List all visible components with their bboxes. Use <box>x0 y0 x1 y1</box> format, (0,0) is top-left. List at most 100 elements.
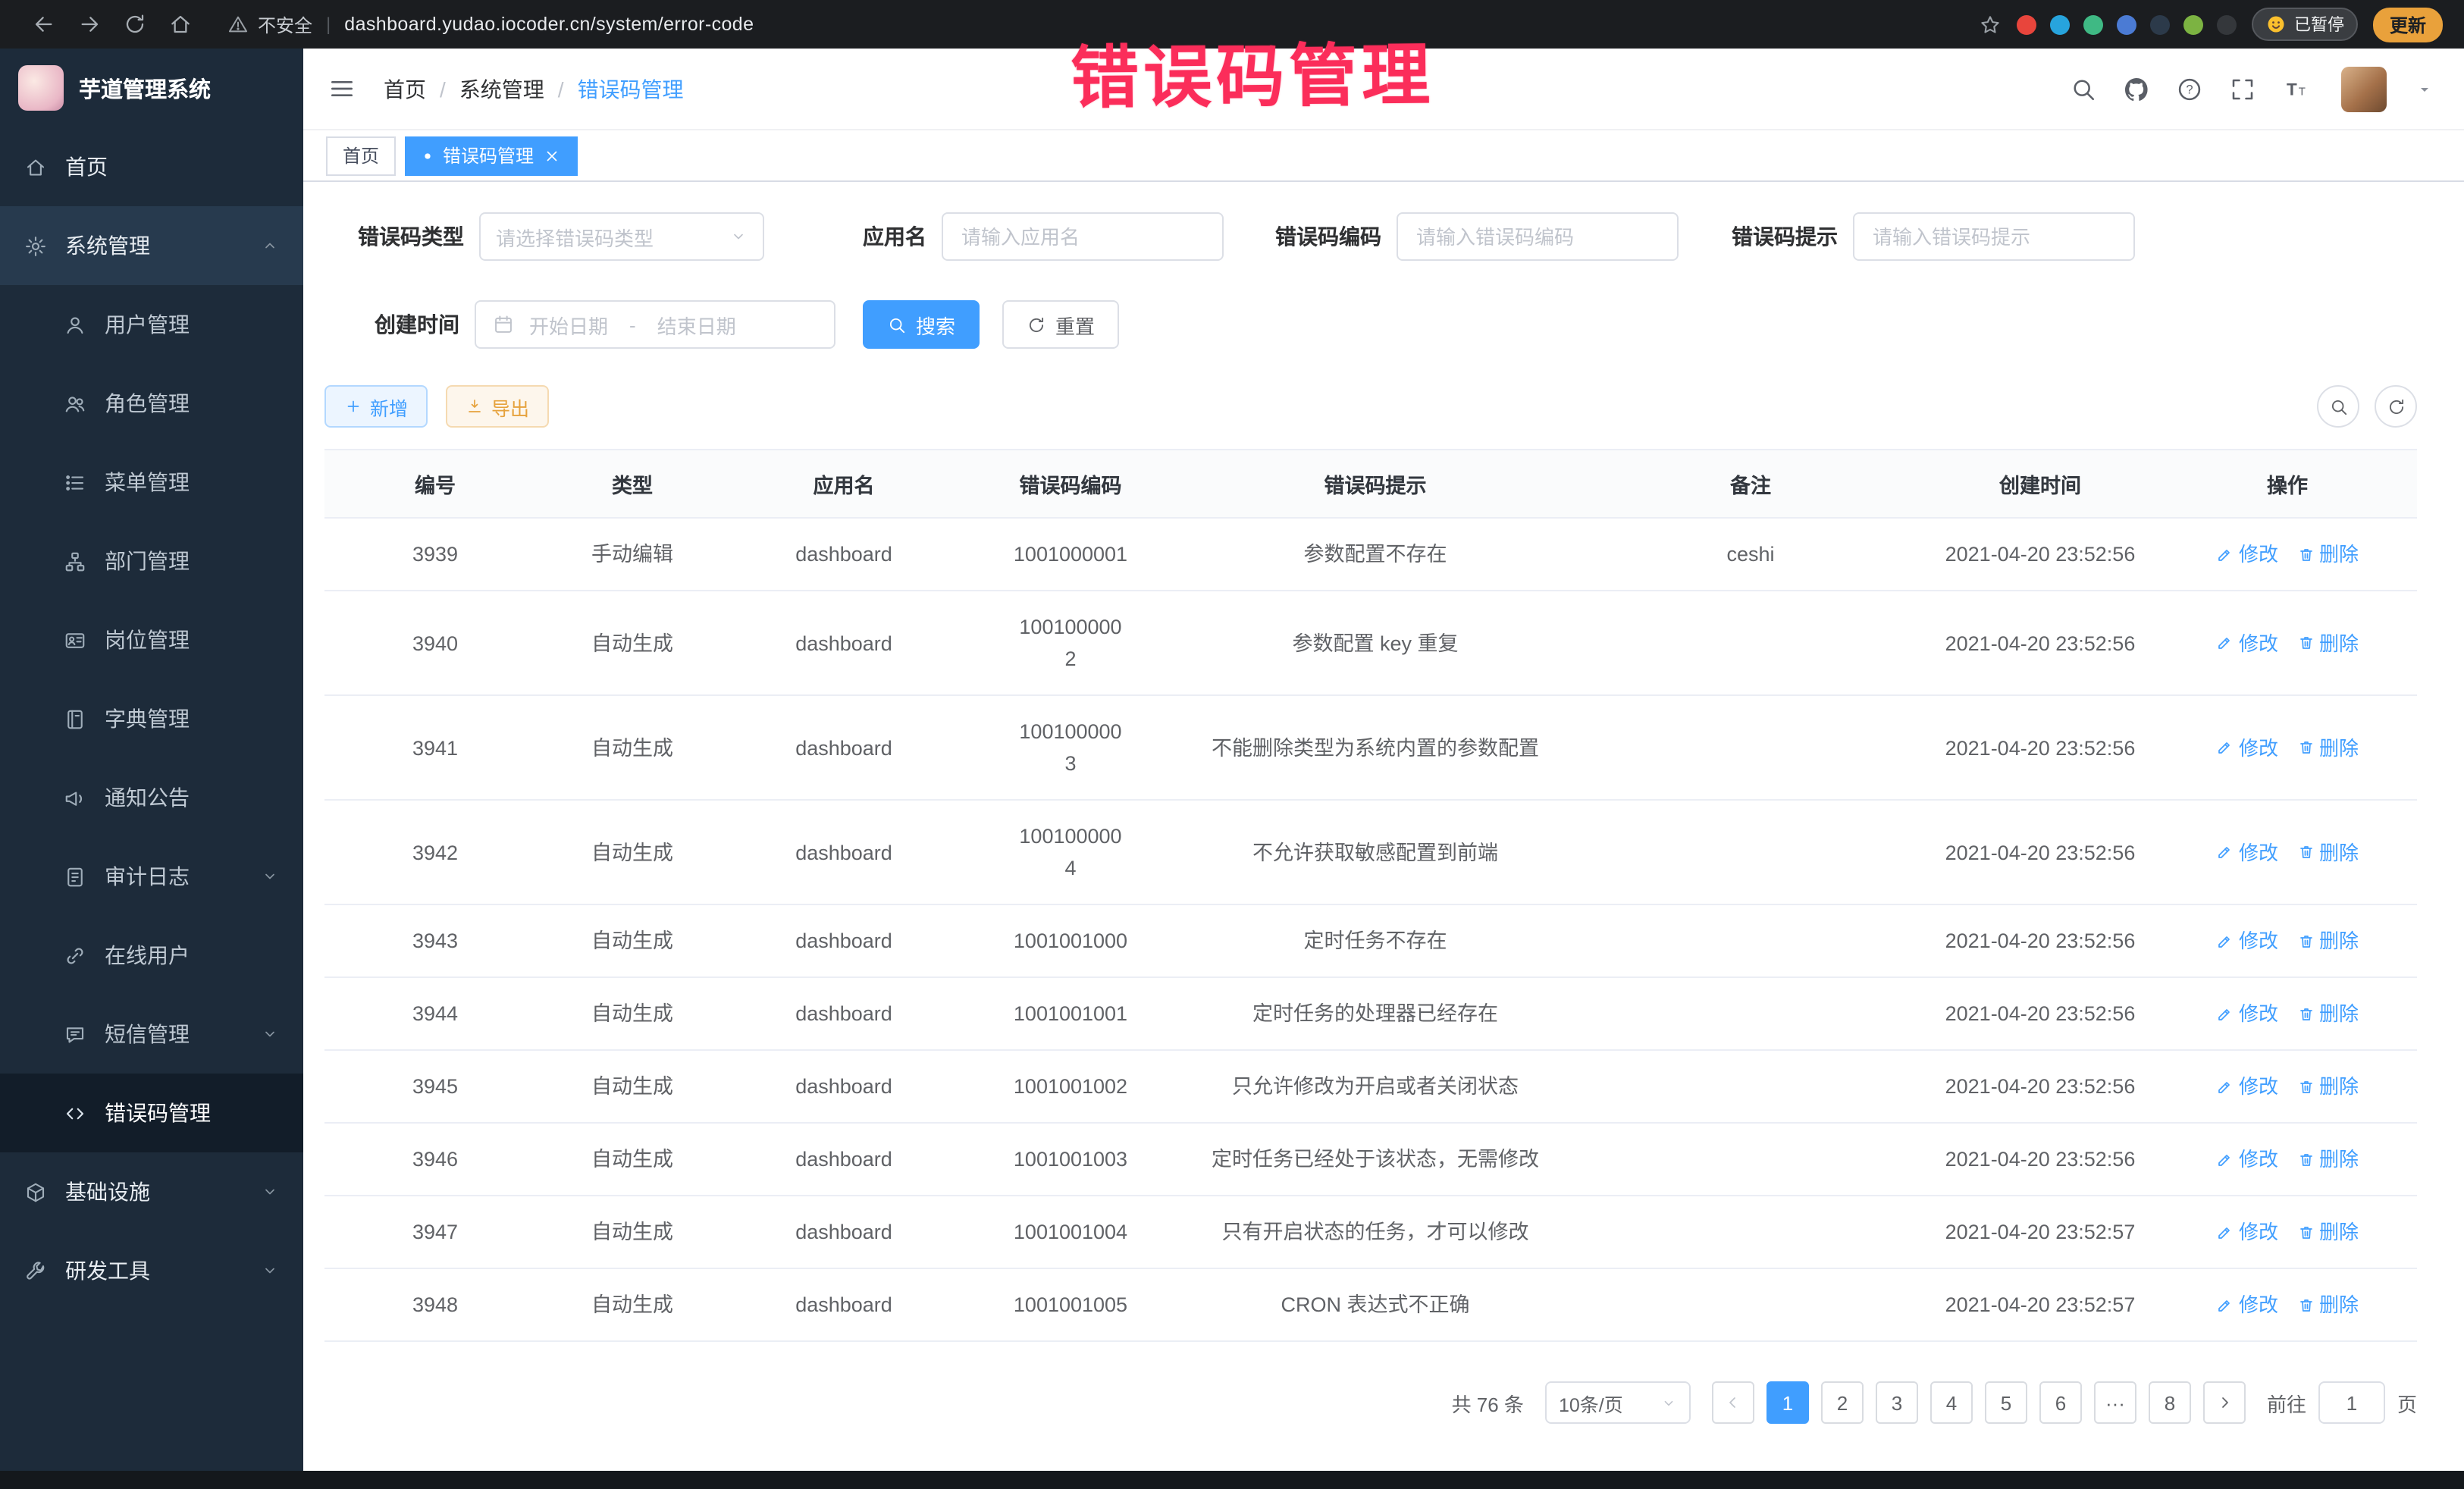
breadcrumb-item[interactable]: 首页 <box>384 74 426 104</box>
breadcrumb-item[interactable]: 错误码管理 <box>578 74 684 104</box>
github-icon[interactable] <box>2123 75 2150 102</box>
delete-link[interactable]: 删除 <box>2296 836 2359 868</box>
search-icon[interactable] <box>2070 75 2097 102</box>
sidebar-item-tools[interactable]: 研发工具 <box>0 1231 303 1310</box>
delete-link[interactable]: 删除 <box>2296 1071 2359 1102</box>
extension-black-icon[interactable] <box>2217 14 2237 34</box>
breadcrumb-item[interactable]: 系统管理 <box>459 74 544 104</box>
edit-link[interactable]: 修改 <box>2216 1289 2278 1321</box>
tab-close-icon[interactable] <box>543 146 561 165</box>
site-security[interactable]: 不安全 <box>227 11 312 37</box>
sidebar-item-badge[interactable]: 岗位管理 <box>0 600 303 679</box>
page-button[interactable]: 3 <box>1876 1381 1918 1424</box>
extension-dark-icon[interactable] <box>2150 14 2170 34</box>
extension-red-icon[interactable] <box>2017 14 2036 34</box>
row-type: 自动生成 <box>546 905 719 976</box>
sidebar-item-infra[interactable]: 基础设施 <box>0 1152 303 1231</box>
row-type: 自动生成 <box>546 1196 719 1268</box>
avatar-caret-icon[interactable] <box>2415 80 2434 98</box>
help-icon[interactable]: ? <box>2176 75 2203 102</box>
page-button[interactable]: 1 <box>1766 1381 1809 1424</box>
edit-link[interactable]: 修改 <box>2216 1071 2278 1102</box>
page-button[interactable]: 8 <box>2149 1381 2191 1424</box>
bookmark-star-icon[interactable] <box>1979 13 2002 36</box>
prev-page-button[interactable] <box>1712 1381 1754 1424</box>
edit-link[interactable]: 修改 <box>2216 998 2278 1030</box>
fullscreen-icon[interactable] <box>2229 75 2256 102</box>
add-button[interactable]: 新增 <box>324 385 428 428</box>
edit-link[interactable]: 修改 <box>2216 627 2278 659</box>
sidebar-item-chat[interactable]: 短信管理 <box>0 995 303 1074</box>
error-code-input[interactable] <box>1397 212 1679 261</box>
goto-page-input[interactable] <box>2318 1381 2385 1424</box>
delete-link[interactable]: 删除 <box>2296 538 2359 570</box>
forward-button[interactable] <box>77 12 102 36</box>
sidebar-item-user[interactable]: 用户管理 <box>0 285 303 364</box>
sidebar-item-menu[interactable]: 菜单管理 <box>0 443 303 522</box>
reload-button[interactable] <box>123 12 147 36</box>
sidebar-item-megaphone[interactable]: 通知公告 <box>0 758 303 837</box>
error-hint-input[interactable] <box>1853 212 2135 261</box>
edit-link[interactable]: 修改 <box>2216 1216 2278 1248</box>
delete-link[interactable]: 删除 <box>2296 1289 2359 1321</box>
sidebar-item-users[interactable]: 角色管理 <box>0 364 303 443</box>
edit-link[interactable]: 修改 <box>2216 732 2278 763</box>
delete-link[interactable]: 删除 <box>2296 1143 2359 1175</box>
user-avatar[interactable] <box>2341 66 2387 111</box>
delete-link[interactable]: 删除 <box>2296 1216 2359 1248</box>
breadcrumb: 首页/系统管理/错误码管理 <box>384 74 684 104</box>
error-type-select[interactable]: 请选择错误码类型 <box>479 212 764 261</box>
page-button[interactable]: 2 <box>1821 1381 1864 1424</box>
date-range-picker[interactable]: 开始日期 - 结束日期 <box>475 300 835 349</box>
table-row: 3941自动生成dashboard100100000 3不能删除类型为系统内置的… <box>324 696 2417 801</box>
delete-link[interactable]: 删除 <box>2296 732 2359 763</box>
edit-icon <box>2216 1005 2234 1023</box>
sidebar-item-book[interactable]: 字典管理 <box>0 679 303 758</box>
tab-error-code[interactable]: 错误码管理 <box>405 136 578 175</box>
sidebar-item-code[interactable]: 错误码管理 <box>0 1074 303 1152</box>
show-search-button[interactable] <box>2317 385 2359 428</box>
sidebar-item-gear[interactable]: 系统管理 <box>0 206 303 285</box>
delete-link[interactable]: 删除 <box>2296 627 2359 659</box>
row-type: 自动生成 <box>546 978 719 1049</box>
edit-link[interactable]: 修改 <box>2216 1143 2278 1175</box>
export-button[interactable]: 导出 <box>446 385 549 428</box>
page-button[interactable]: 6 <box>2039 1381 2082 1424</box>
app-name-input[interactable] <box>942 212 1224 261</box>
font-size-icon[interactable]: TT <box>2282 75 2309 102</box>
search-icon <box>887 315 907 334</box>
home-button[interactable] <box>168 12 193 36</box>
extension-lime-icon[interactable] <box>2183 14 2203 34</box>
edit-link[interactable]: 修改 <box>2216 925 2278 957</box>
more-pages-button[interactable]: ··· <box>2094 1381 2136 1424</box>
reset-button[interactable]: 重置 <box>1002 300 1119 349</box>
delete-link[interactable]: 删除 <box>2296 998 2359 1030</box>
sidebar-item-link[interactable]: 在线用户 <box>0 916 303 995</box>
sidebar-item-label: 错误码管理 <box>105 1098 211 1128</box>
page-button[interactable]: 4 <box>1930 1381 1973 1424</box>
page-size-select[interactable]: 10条/页 <box>1545 1381 1691 1424</box>
infra-icon <box>24 1180 47 1203</box>
update-button[interactable]: 更新 <box>2373 7 2443 42</box>
next-page-button[interactable] <box>2203 1381 2246 1424</box>
extension-blue-icon[interactable] <box>2050 14 2070 34</box>
extension-green-icon[interactable] <box>2083 14 2103 34</box>
row-type: 自动生成 <box>546 1269 719 1340</box>
profile-paused-badge[interactable]: 已暂停 <box>2252 8 2358 41</box>
tab-home[interactable]: 首页 <box>326 136 396 175</box>
delete-link[interactable]: 删除 <box>2296 925 2359 957</box>
sidebar-item-org[interactable]: 部门管理 <box>0 522 303 600</box>
row-remark <box>1578 1139 1923 1179</box>
edit-link[interactable]: 修改 <box>2216 538 2278 570</box>
error-hint-label: 错误码提示 <box>1732 221 1838 252</box>
search-button[interactable]: 搜索 <box>863 300 980 349</box>
edit-link[interactable]: 修改 <box>2216 836 2278 868</box>
address-bar[interactable]: dashboard.yudao.iocoder.cn/system/error-… <box>344 14 754 35</box>
back-button[interactable] <box>32 12 56 36</box>
sidebar-item-home[interactable]: 首页 <box>0 127 303 206</box>
page-button[interactable]: 5 <box>1985 1381 2027 1424</box>
sidebar-toggle-button[interactable] <box>328 74 356 103</box>
refresh-table-button[interactable] <box>2375 385 2417 428</box>
extension-indigo-icon[interactable] <box>2117 14 2136 34</box>
sidebar-item-log[interactable]: 审计日志 <box>0 837 303 916</box>
